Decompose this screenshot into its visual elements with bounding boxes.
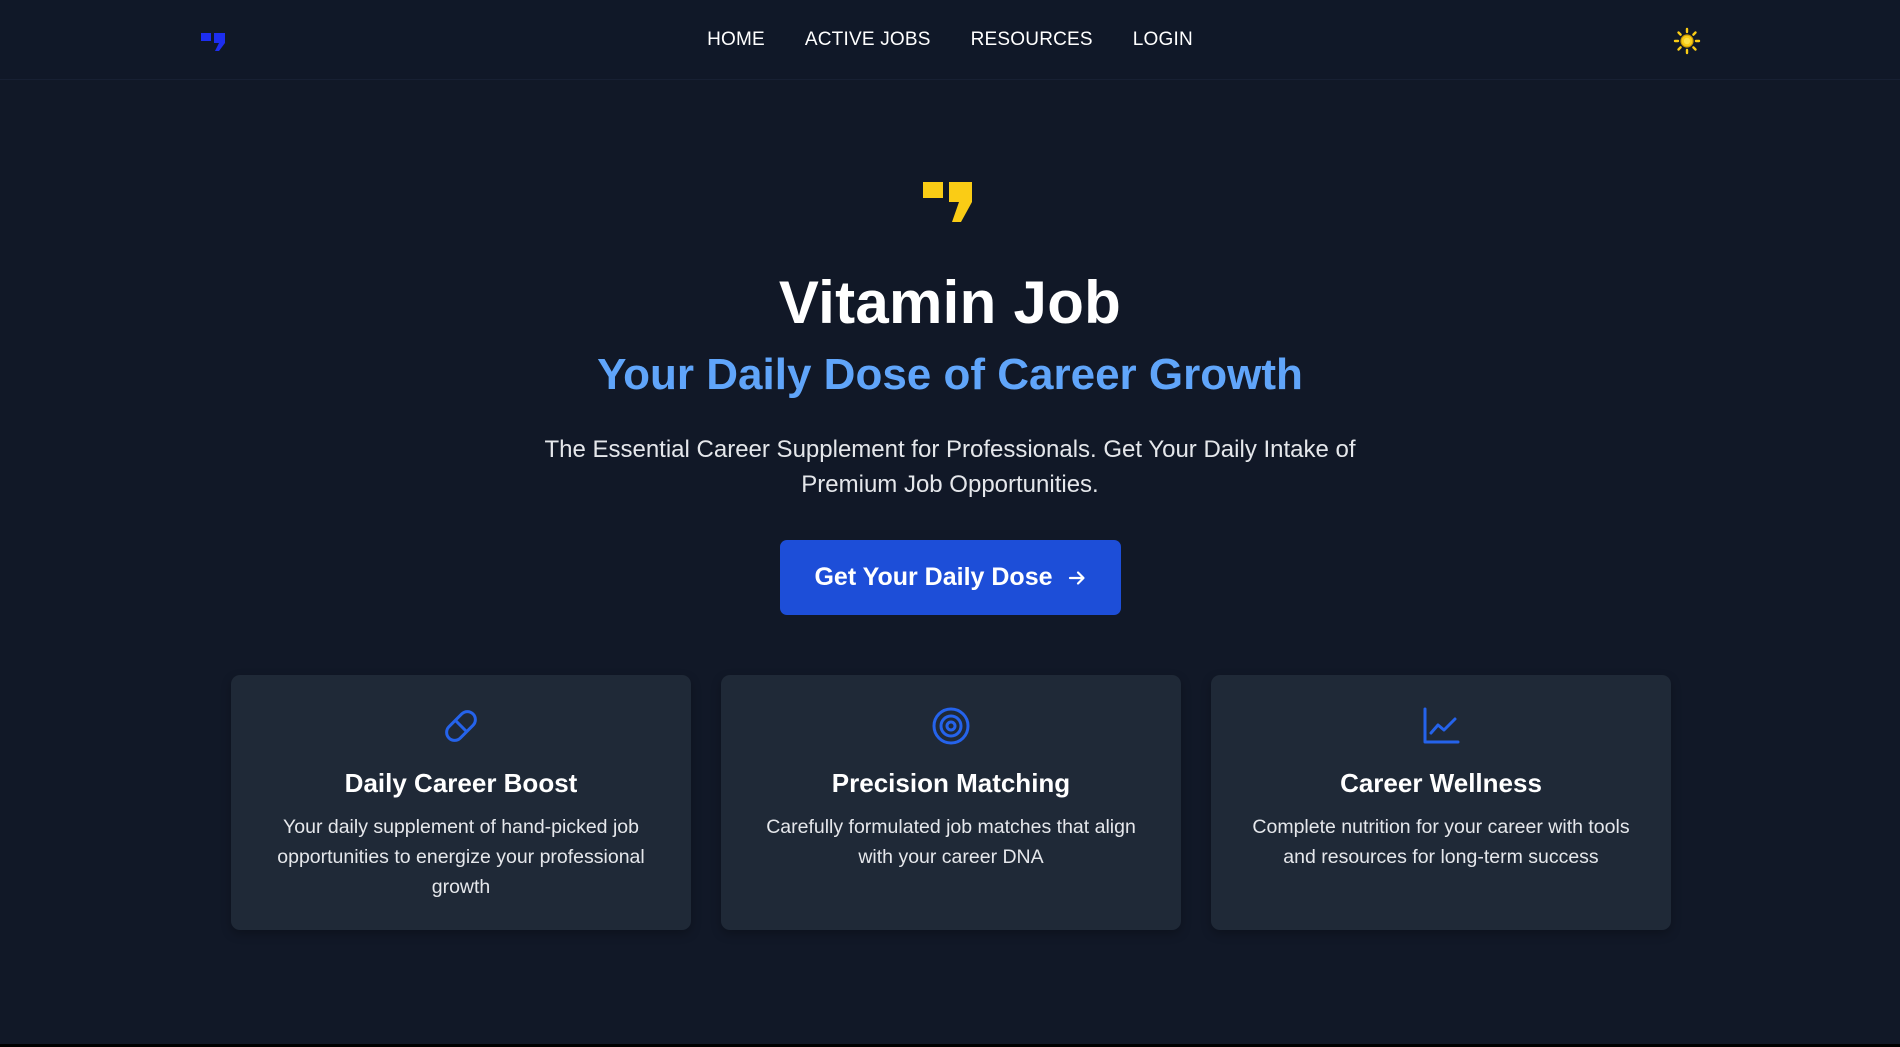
line-chart-icon	[1423, 707, 1460, 744]
feature-text: Complete nutrition for your career with …	[1252, 816, 1630, 868]
feature-title: Career Wellness	[1340, 768, 1542, 798]
nav-links: HOME ACTIVE JOBS RESOURCES LOGIN	[0, 0, 1900, 80]
feature-card-daily-career-boost: Daily Career Boost Your daily supplement…	[231, 675, 691, 930]
feature-card-precision-matching: Precision Matching Carefully formulated …	[721, 675, 1181, 930]
arrow-right-icon	[1068, 570, 1085, 585]
pill-icon	[445, 710, 477, 742]
nav-link-active-jobs[interactable]: ACTIVE JOBS	[805, 29, 931, 51]
nav-link-home[interactable]: HOME	[707, 29, 765, 51]
page: HOME ACTIVE JOBS RESOURCES LOGIN Vitamin…	[0, 0, 1900, 1047]
hero-subtitle: Your Daily Dose of Career Growth	[597, 350, 1303, 399]
feature-title: Daily Career Boost	[344, 768, 578, 798]
get-daily-dose-button[interactable]: Get Your Daily Dose	[780, 540, 1121, 615]
hero-title: Vitamin Job	[778, 269, 1122, 336]
feature-text: Carefully formulated job matches that al…	[766, 816, 1136, 868]
feature-title: Precision Matching	[831, 768, 1071, 798]
feature-card-career-wellness: Career Wellness Complete nutrition for y…	[1211, 675, 1671, 930]
nav-link-resources[interactable]: RESOURCES	[971, 29, 1093, 51]
target-icon	[932, 707, 970, 745]
hero-description: The Essential Career Supplement for Prof…	[544, 436, 1356, 498]
nav-link-login[interactable]: LOGIN	[1133, 29, 1193, 51]
cta-label: Get Your Daily Dose	[814, 563, 1053, 591]
sun-icon[interactable]	[1673, 27, 1701, 55]
feature-text: Your daily supplement of hand-picked job…	[277, 816, 645, 898]
quote-mark-logo-icon	[923, 182, 972, 222]
top-navbar: HOME ACTIVE JOBS RESOURCES LOGIN	[0, 0, 1900, 80]
